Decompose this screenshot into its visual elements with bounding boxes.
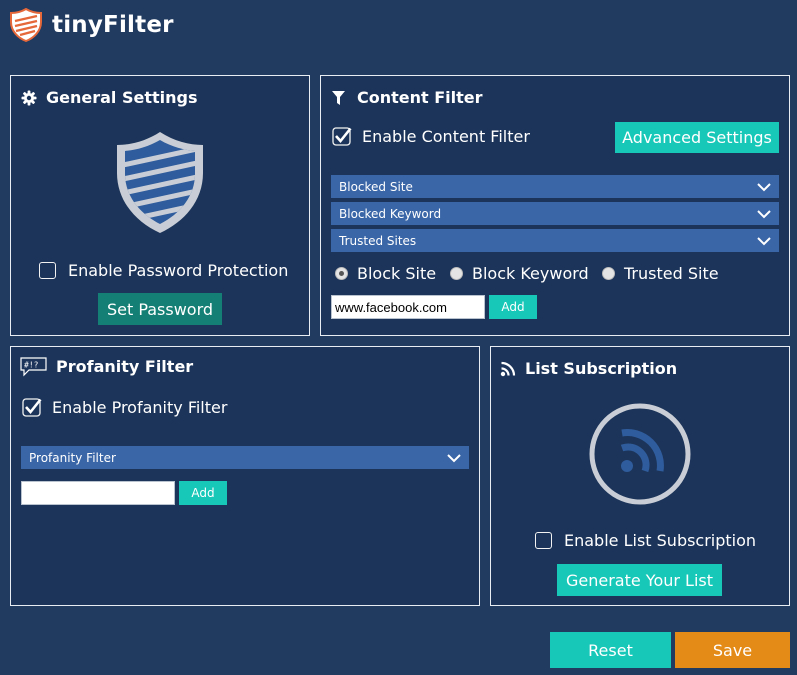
dropdown-blocked-keyword[interactable]: Blocked Keyword bbox=[331, 202, 779, 225]
enable-profanity-filter-label: Enable Profanity Filter bbox=[52, 397, 228, 417]
profanity-filter-add-button[interactable]: Add bbox=[179, 481, 227, 505]
chevron-down-icon bbox=[757, 182, 771, 191]
enable-list-subscription-label: Enable List Subscription bbox=[564, 531, 757, 550]
set-password-button[interactable]: Set Password bbox=[98, 293, 222, 325]
profanity-filter-panel: #!? Profanity Filter Enable Profanity Fi… bbox=[10, 346, 480, 606]
shield-icon bbox=[117, 132, 203, 233]
chevron-down-icon bbox=[757, 236, 771, 245]
radio-block-keyword[interactable]: Block Keyword bbox=[450, 264, 589, 283]
content-filter-input[interactable] bbox=[331, 295, 485, 319]
radio-block-site[interactable]: Block Site bbox=[335, 264, 436, 283]
radio-label: Block Site bbox=[357, 264, 437, 283]
dropdown-profanity-filter[interactable]: Profanity Filter bbox=[21, 446, 469, 469]
profanity-filter-title: Profanity Filter bbox=[56, 357, 194, 376]
dropdown-blocked-site[interactable]: Blocked Site bbox=[331, 175, 779, 198]
list-subscription-panel: List Subscription Enable List Subscripti… bbox=[490, 346, 790, 606]
rss-icon bbox=[500, 361, 516, 377]
save-button[interactable]: Save bbox=[675, 632, 790, 668]
content-filter-title: Content Filter bbox=[357, 88, 483, 107]
enable-content-filter-row[interactable]: Enable Content Filter bbox=[332, 126, 530, 146]
svg-text:#!?: #!? bbox=[24, 361, 39, 370]
general-settings-panel: General Settings Enable Password Protect… bbox=[10, 75, 310, 336]
profanity-bubble-icon: #!? bbox=[20, 357, 47, 377]
radio-button[interactable] bbox=[602, 267, 615, 280]
list-subscription-title: List Subscription bbox=[525, 359, 678, 378]
reset-button[interactable]: Reset bbox=[550, 632, 671, 668]
chevron-down-icon bbox=[447, 453, 461, 462]
chevron-down-icon bbox=[757, 209, 771, 218]
general-settings-title: General Settings bbox=[46, 88, 198, 107]
radio-button[interactable] bbox=[450, 267, 463, 280]
password-protection-row[interactable]: Enable Password Protection bbox=[39, 261, 288, 280]
generate-your-list-button[interactable]: Generate Your List bbox=[557, 564, 722, 596]
radio-trusted-site[interactable]: Trusted Site bbox=[602, 264, 719, 283]
dropdown-label: Trusted Sites bbox=[339, 233, 417, 248]
password-protection-checkbox[interactable] bbox=[39, 262, 56, 279]
enable-profanity-filter-checkbox[interactable] bbox=[22, 397, 42, 417]
content-filter-add-button[interactable]: Add bbox=[489, 295, 537, 319]
content-filter-panel: Content Filter Enable Content Filter Adv… bbox=[320, 75, 790, 336]
dropdown-label: Blocked Keyword bbox=[339, 206, 442, 221]
enable-list-subscription-checkbox[interactable] bbox=[535, 532, 552, 549]
enable-profanity-filter-row[interactable]: Enable Profanity Filter bbox=[22, 397, 227, 417]
gear-icon bbox=[21, 90, 37, 106]
advanced-settings-button[interactable]: Advanced Settings bbox=[615, 122, 779, 153]
profanity-filter-input[interactable] bbox=[21, 481, 175, 505]
rss-large-icon bbox=[589, 403, 691, 505]
dropdown-label: Profanity Filter bbox=[29, 450, 116, 465]
enable-list-subscription-row[interactable]: Enable List Subscription bbox=[535, 531, 756, 550]
radio-label: Block Keyword bbox=[472, 264, 589, 283]
password-protection-label: Enable Password Protection bbox=[68, 261, 289, 280]
enable-content-filter-label: Enable Content Filter bbox=[362, 126, 530, 146]
dropdown-label: Blocked Site bbox=[339, 179, 413, 194]
dropdown-trusted-sites[interactable]: Trusted Sites bbox=[331, 229, 779, 252]
filter-icon bbox=[332, 91, 345, 105]
radio-label: Trusted Site bbox=[624, 264, 719, 283]
enable-content-filter-checkbox[interactable] bbox=[332, 126, 352, 146]
brand-shield-icon bbox=[10, 8, 42, 42]
radio-button[interactable] bbox=[335, 267, 348, 280]
app-title: tinyFilter bbox=[52, 12, 174, 38]
